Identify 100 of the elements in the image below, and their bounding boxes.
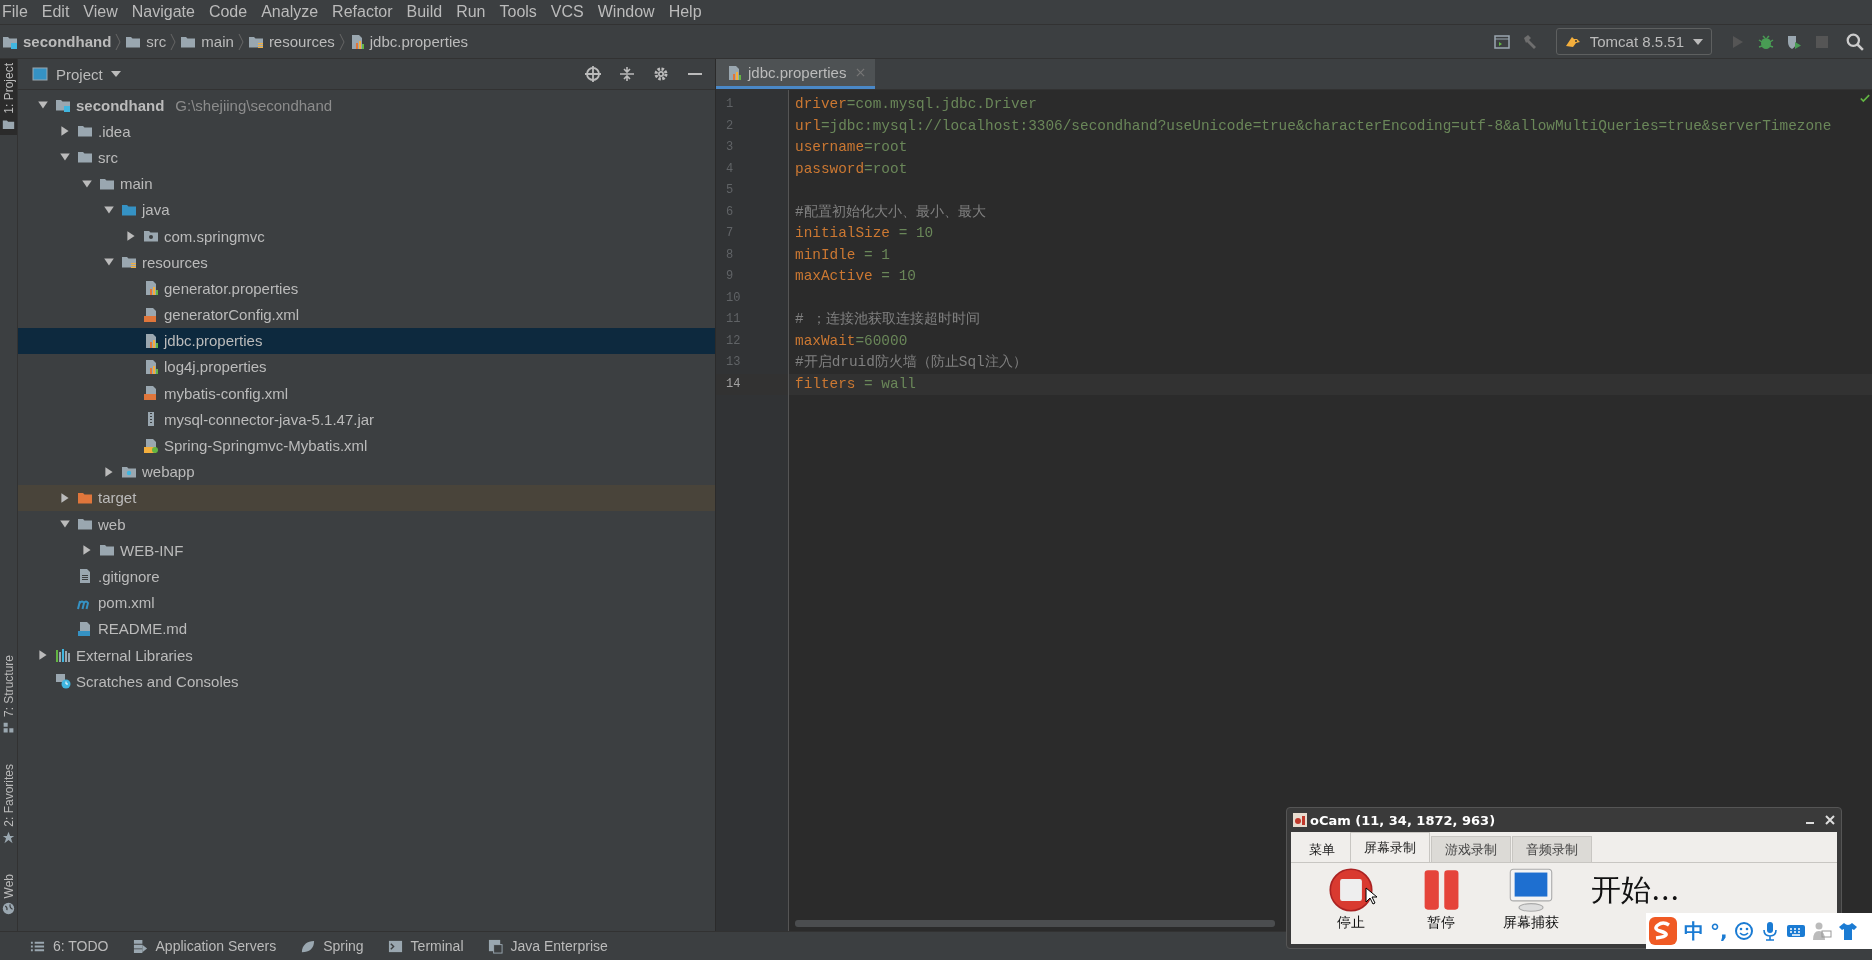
expand-arrow-icon[interactable] [59,491,71,504]
tree-item[interactable]: mybatis-config.xml [18,380,715,407]
tree-item[interactable]: generatorConfig.xml [18,301,715,328]
menu-item[interactable]: Analyze [261,3,319,21]
smiley-icon[interactable] [1733,921,1754,941]
ime-logo-icon[interactable] [1648,916,1678,946]
project-view-dropdown[interactable]: Project [32,65,121,83]
tree-item[interactable]: jdbc.properties [18,327,715,354]
menu-item[interactable]: File [2,3,28,21]
code-comment: #配置初始化大小、最小、最大 [795,203,986,220]
tree-item[interactable]: src [18,144,715,171]
collapse-arrow-icon[interactable] [81,177,93,190]
expand-arrow-icon[interactable] [125,230,137,243]
action-button[interactable]: 屏幕捕获 [1501,868,1561,932]
action-button[interactable]: 停止 [1321,868,1381,932]
tree-item[interactable]: webapp [18,458,715,485]
breadcrumb[interactable]: main [180,33,234,50]
tree-item[interactable]: target [18,484,715,511]
folder-icon [77,149,93,166]
tree-item[interactable]: resources [18,249,715,276]
tree-item[interactable]: java [18,196,715,223]
tree-item[interactable]: README.md [18,615,715,642]
menu-item[interactable]: VCS [550,3,584,21]
menu-item[interactable]: Edit [41,3,70,21]
tree-item[interactable]: WEB-INF [18,537,715,564]
code-line: driver=com.mysql.jdbc.Driver [795,96,1037,112]
expand-arrow-icon[interactable] [59,125,71,138]
tree-item[interactable]: Scratches and Consoles [18,668,715,695]
tree-item[interactable]: generator.properties [18,275,715,302]
tree-item[interactable]: Spring-Springmvc-Mybatis.xml [18,432,715,459]
menu-item[interactable]: Run [456,3,486,21]
star-icon [2,830,15,844]
expand-arrow-icon[interactable] [81,544,93,557]
project-path: G:\shejiing\secondhand [175,96,333,114]
chevron-icon [170,31,177,52]
folder-icon [121,254,137,271]
code-line: filters = wall [795,375,916,392]
breadcrumb[interactable]: resources [247,33,335,50]
breadcrumb[interactable]: jdbc.properties [348,33,469,50]
search-icon[interactable] [1846,32,1864,51]
action-button[interactable]: 暂停 [1411,868,1471,932]
menu-item[interactable]: Help [668,3,702,21]
scrollbar[interactable] [795,920,1275,927]
collapse-all-icon[interactable] [619,66,635,82]
leaf-icon [300,938,316,954]
menu-item[interactable]: Window [597,3,655,21]
code-line: maxWait=60000 [795,332,908,349]
tab[interactable]: 音频录制 [1512,836,1592,862]
punctuation-mode[interactable]: °, [1710,919,1728,943]
menu-item[interactable]: Tools [499,3,537,21]
breadcrumb[interactable]: src [125,33,167,50]
monitor-icon [1507,868,1555,912]
terminal-window-icon[interactable] [1493,33,1510,50]
menu-item[interactable]: Navigate [131,3,195,21]
tree-item[interactable]: mysql-connector-java-5.1.47.jar [18,406,715,433]
tool-window-button[interactable]: Terminal [387,938,464,954]
chevron-icon [115,31,122,52]
tab[interactable]: 游戏录制 [1431,836,1511,862]
expand-arrow-icon[interactable] [103,465,115,478]
tree-item[interactable]: pom.xml [18,589,715,616]
tool-window-button[interactable]: Application Servers [132,938,277,954]
tool-window-button[interactable]: Spring [300,938,364,954]
tool-window-tab[interactable]: 1: Project [0,59,17,135]
shield-play-icon[interactable] [1786,33,1802,50]
tree-item[interactable]: main [18,170,715,197]
breadcrumb[interactable]: secondhand [2,33,112,50]
ime-mode[interactable]: 中 [1684,917,1704,945]
menu-item[interactable]: Refactor [332,3,393,21]
tree-item[interactable]: secondhand G:\shejiing\secondhand [18,92,715,119]
tree-item[interactable]: .idea [18,118,715,145]
servers-icon [132,938,148,954]
run-configuration-dropdown[interactable]: Tomcat 8.5.51 [1555,28,1712,55]
settings-icon[interactable] [653,66,669,82]
tree-item[interactable]: web [18,511,715,538]
file-icon [77,568,93,585]
tool-window-tab[interactable]: 2: Favorites [0,759,17,848]
editor-tab[interactable]: jdbc.properties [716,59,876,89]
expand-arrow-icon[interactable] [37,649,49,662]
menu-item[interactable]: View [83,3,118,21]
tool-window-button[interactable]: 6: TODO [30,938,109,954]
shirt-icon[interactable] [1837,921,1858,941]
menu-item[interactable]: Build [406,3,443,21]
tool-window-tab[interactable]: Web [0,869,17,919]
bug-icon[interactable] [1758,33,1774,50]
crosshair-icon[interactable] [585,66,601,82]
menu-item[interactable]: Code [208,3,248,21]
tab[interactable]: 菜单 [1295,836,1349,862]
tree-item[interactable]: com.springmvc [18,222,715,250]
tool-window-button[interactable]: Java Enterprise [487,938,608,954]
chevron-icon [237,31,244,52]
folder-icon [99,542,115,559]
collapse-arrow-icon[interactable] [103,203,115,216]
tab[interactable]: 屏幕录制 [1350,832,1430,862]
stop-icon [1327,868,1375,912]
tree-item[interactable]: .gitignore [18,563,715,590]
tree-item[interactable]: External Libraries [18,641,715,669]
package-icon [143,228,159,245]
tree-item[interactable]: log4j.properties [18,353,715,381]
folder-icon [77,516,93,533]
tool-window-tab[interactable]: 7: Structure [0,650,17,738]
